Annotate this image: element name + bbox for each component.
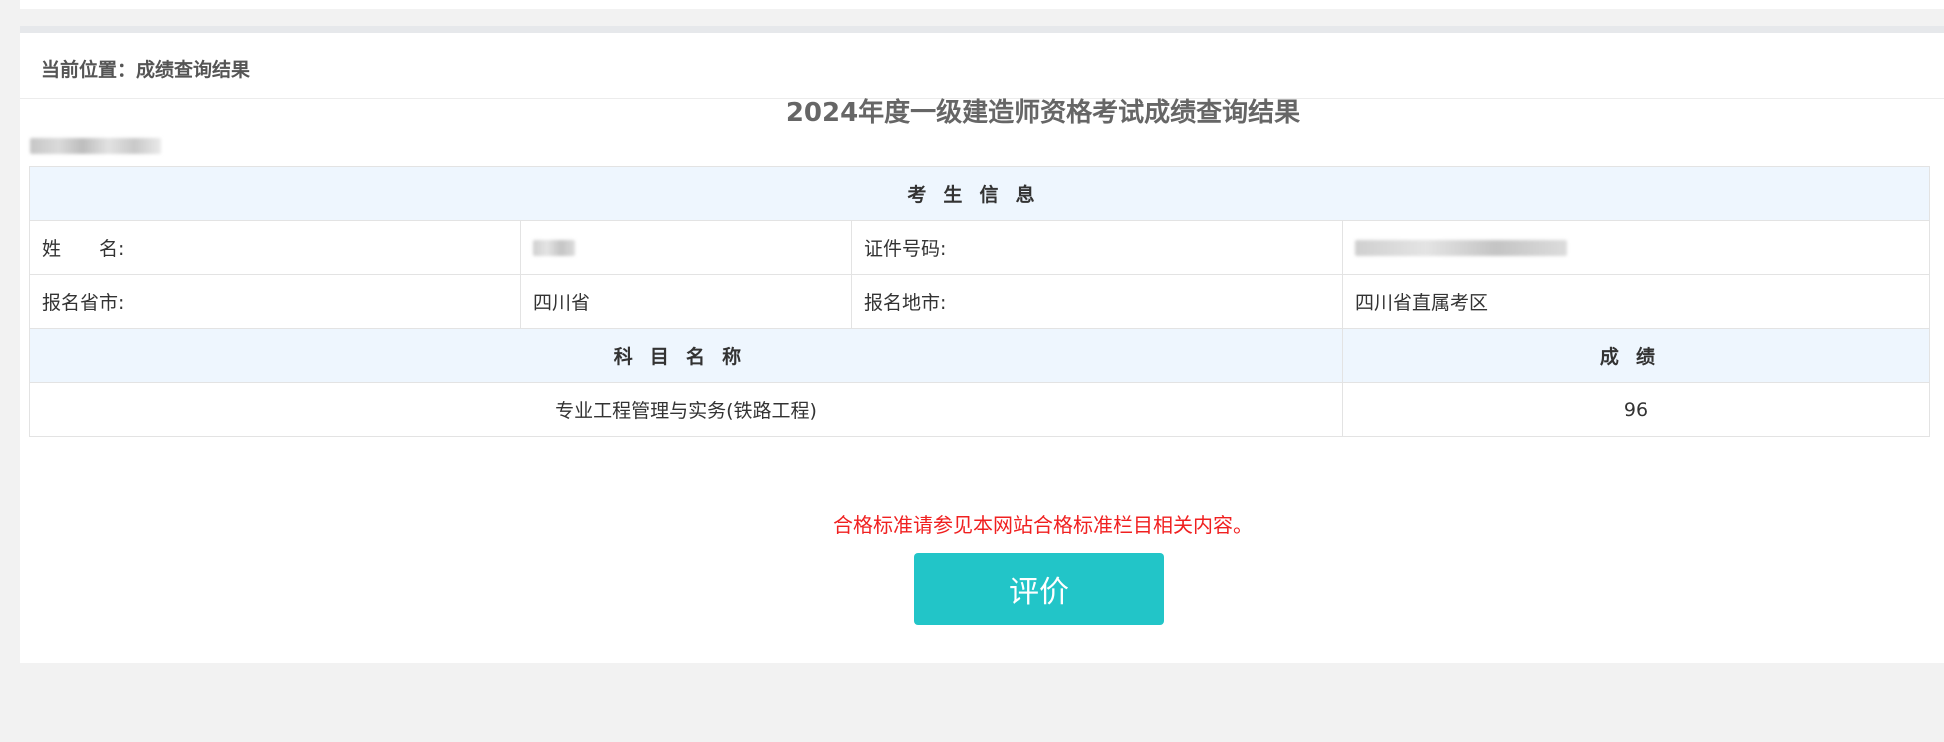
region-row: 报名省市: 四川省 报名地市: 四川省直属考区 (29, 274, 1931, 329)
name-row: 姓 名: 证件号码: (29, 220, 1931, 275)
candidate-info-header: 考生信息 (28, 166, 1931, 221)
masked-name (533, 240, 575, 256)
city-label: 报名地市: (851, 274, 1343, 329)
masked-registration-number (30, 138, 161, 154)
subject-score: 96 (1341, 382, 1931, 437)
name-value (520, 220, 852, 275)
id-label: 证件号码: (851, 220, 1343, 275)
breadcrumb: 当前位置：成绩查询结果 (41, 59, 251, 81)
pass-standard-notice: 合格标准请参见本网站合格标准栏目相关内容。 (833, 513, 1253, 537)
id-value (1341, 220, 1931, 275)
top-divider (20, 26, 1944, 33)
candidate-info-header-row: 考生信息 (28, 166, 1931, 221)
evaluate-button[interactable]: 评价 (914, 553, 1164, 625)
page-title: 2024年度一级建造师资格考试成绩查询结果 (785, 98, 1301, 128)
breadcrumb-bar: 当前位置：成绩查询结果 (20, 33, 1944, 99)
score-table: 考生信息 姓 名: 证件号码: 报名省市: 四川省 报名地市: 四川省直属考区 … (28, 166, 1931, 437)
table-row: 专业工程管理与实务(铁路工程) 96 (29, 382, 1931, 437)
subject-header: 科目名称 (29, 328, 1343, 383)
masked-id-number (1355, 240, 1567, 256)
top-bar (20, 0, 1944, 9)
province-label: 报名省市: (29, 274, 521, 329)
city-value: 四川省直属考区 (1341, 274, 1931, 329)
province-value: 四川省 (520, 274, 852, 329)
scores-header-row: 科目名称 成绩 (29, 328, 1931, 383)
score-header: 成绩 (1341, 328, 1931, 383)
subject-name: 专业工程管理与实务(铁路工程) (29, 382, 1343, 437)
name-label: 姓 名: (29, 220, 521, 275)
